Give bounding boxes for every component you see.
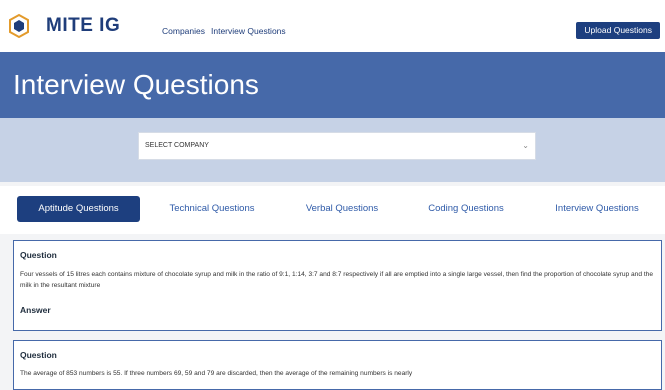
logo-icon: [9, 13, 29, 39]
nav-companies[interactable]: Companies: [162, 26, 205, 36]
question-text: The average of 853 numbers is 55. If thr…: [20, 370, 413, 377]
company-select[interactable]: SELECT COMPANY ⌄: [138, 132, 536, 160]
question-card: Question Four vessels of 15 litres each …: [13, 240, 662, 331]
tab-technical-questions[interactable]: Technical Questions: [160, 196, 264, 222]
company-select-band: SELECT COMPANY ⌄: [0, 118, 665, 182]
tab-aptitude-questions[interactable]: Aptitude Questions: [17, 196, 140, 222]
answer-heading[interactable]: Answer: [20, 305, 51, 315]
question-category-tabs: Aptitude Questions Technical Questions V…: [0, 186, 665, 234]
top-navbar: MITE IG Companies Interview Questions Up…: [0, 0, 665, 53]
question-text: Four vessels of 15 litres each contains …: [20, 271, 653, 289]
tab-verbal-questions[interactable]: Verbal Questions: [290, 196, 394, 222]
hero-banner: Interview Questions: [0, 52, 665, 118]
tab-interview-questions[interactable]: Interview Questions: [545, 196, 649, 222]
upload-questions-button[interactable]: Upload Questions: [576, 22, 660, 39]
brand-name[interactable]: MITE IG: [46, 15, 120, 37]
question-heading: Question: [20, 250, 57, 260]
nav-interview-questions[interactable]: Interview Questions: [211, 26, 286, 36]
question-heading: Question: [20, 350, 57, 360]
chevron-down-icon: ⌄: [522, 141, 529, 150]
company-select-value: SELECT COMPANY: [145, 142, 209, 149]
page-title: Interview Questions: [13, 69, 259, 100]
tab-coding-questions[interactable]: Coding Questions: [414, 196, 518, 222]
